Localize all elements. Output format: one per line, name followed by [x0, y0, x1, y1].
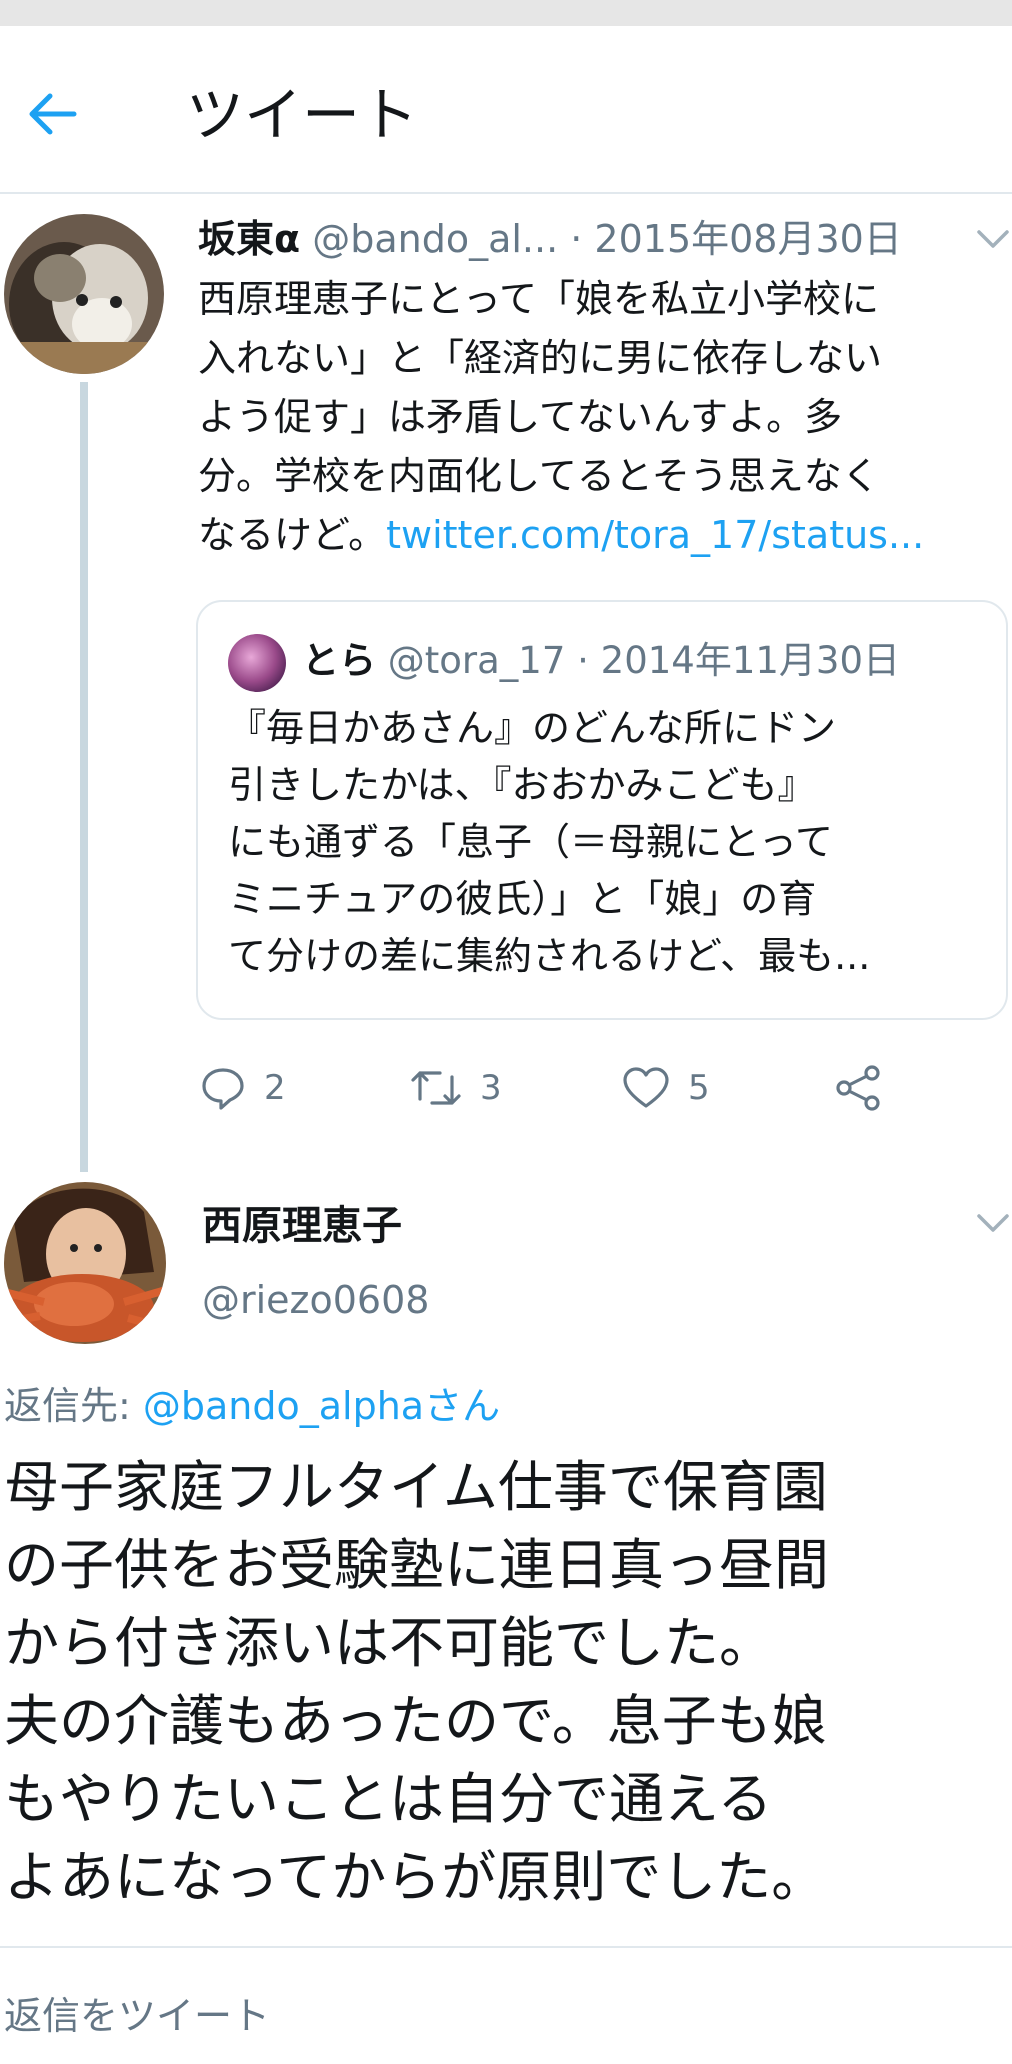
reply-input[interactable]: 返信をツイート	[4, 1988, 270, 2044]
share-button[interactable]	[834, 1060, 882, 1116]
retweet-count: 3	[480, 1068, 502, 1108]
reply-icon	[202, 1068, 244, 1110]
tweet-line: 母子家庭フルタイム仕事で保育園	[4, 1455, 828, 1519]
quote-line: ミニチュアの彼氏）」と「娘」の育	[228, 877, 817, 921]
tweet-header: 坂東α @bando_al... · 2015年08月30日	[198, 212, 968, 266]
like-count: 5	[688, 1068, 710, 1108]
quote-header: とら @tora_17 · 2014年11月30日	[302, 632, 900, 690]
reply-to-label: 返信先:	[4, 1384, 143, 1428]
quote-text: 『毎日かあさん』のどんな所にドン 引きしたかは、『おおかみこども』 にも通ずる「…	[228, 700, 998, 985]
quote-line: 引きしたかは、『おおかみこども』	[228, 763, 816, 807]
author-name[interactable]: 坂東α	[198, 217, 300, 261]
author-name[interactable]: 西原理恵子	[202, 1198, 402, 1254]
tweet-line: 分。学校を内面化してるとそう思えなく	[198, 454, 880, 498]
reply-count: 2	[264, 1068, 286, 1108]
author-handle[interactable]: @bando_al...	[312, 217, 558, 261]
avatar[interactable]	[4, 214, 164, 374]
chevron-down-icon	[977, 1214, 1009, 1232]
quote-avatar	[228, 634, 286, 692]
tweet-link[interactable]: twitter.com/tora_17/status...	[386, 513, 924, 557]
retweet-icon	[411, 1071, 461, 1105]
quoted-tweet[interactable]: とら @tora_17 · 2014年11月30日 『毎日かあさん』のどんな所に…	[196, 600, 1008, 1020]
divider	[0, 1946, 1012, 1948]
tweet-line: もやりたいことは自分で通える	[4, 1767, 773, 1831]
tweet-menu-button[interactable]	[976, 228, 1012, 256]
top-bar: ツイート	[0, 26, 1012, 194]
tweet-date: · 2015年08月30日	[570, 217, 902, 261]
tweet-line: 夫の介護もあったので。息子も娘	[4, 1689, 827, 1753]
tweet-line: 入れない」と「経済的に男に依存しない	[198, 336, 883, 380]
tweet-menu-button[interactable]	[976, 1212, 1012, 1240]
tweet-line: よあになってからが原則でした。	[4, 1845, 827, 1909]
thread-line	[80, 382, 88, 1172]
share-icon	[836, 1065, 880, 1111]
page-title: ツイート	[186, 81, 419, 149]
avatar[interactable]	[4, 1182, 166, 1344]
quote-line: て分けの差に集約されるけど、最も...	[228, 934, 871, 978]
tweet-actions: 2 3 5	[198, 1060, 958, 1116]
tweet-text: 西原理恵子にとって「娘を私立小学校に 入れない」と「経済的に男に依存しない よう…	[198, 270, 1010, 565]
like-icon	[623, 1067, 669, 1108]
quote-author-name: とら	[302, 639, 376, 682]
tweet-line: なるけど。twitter.com/tora_17/status...	[198, 506, 1010, 565]
quote-author-handle: @tora_17	[387, 639, 566, 682]
back-arrow-icon	[29, 93, 77, 135]
reply-button[interactable]: 2	[200, 1060, 286, 1116]
tweet-line: 西原理恵子にとって「娘を私立小学校に	[198, 277, 879, 321]
tweet-line: よう促す」は矛盾してないんすよ。多	[198, 395, 843, 439]
reply-to: 返信先: @bando_alphaさん	[4, 1378, 500, 1434]
chevron-down-icon	[977, 230, 1009, 248]
tweet-line-text: なるけど。	[198, 513, 387, 557]
tweet-line: から付き添いは不可能でした。	[4, 1611, 775, 1675]
author-handle[interactable]: @riezo0608	[202, 1272, 429, 1328]
quote-date: · 2014年11月30日	[577, 639, 901, 682]
quote-line: 『毎日かあさん』のどんな所にドン	[228, 706, 837, 750]
quote-line: にも通ずる「息子（＝母親にとって	[228, 820, 833, 864]
reply-to-handle[interactable]: @bando_alphaさん	[143, 1384, 500, 1428]
tweet-text: 母子家庭フルタイム仕事で保育園 の子供をお受験塾に連日真っ昼間 から付き添いは不…	[4, 1448, 1008, 1916]
status-bar	[0, 0, 1012, 26]
retweet-button[interactable]: 3	[410, 1060, 502, 1116]
like-button[interactable]: 5	[622, 1060, 710, 1116]
tweet-line: の子供をお受験塾に連日真っ昼間	[4, 1533, 830, 1597]
back-button[interactable]	[22, 84, 82, 144]
